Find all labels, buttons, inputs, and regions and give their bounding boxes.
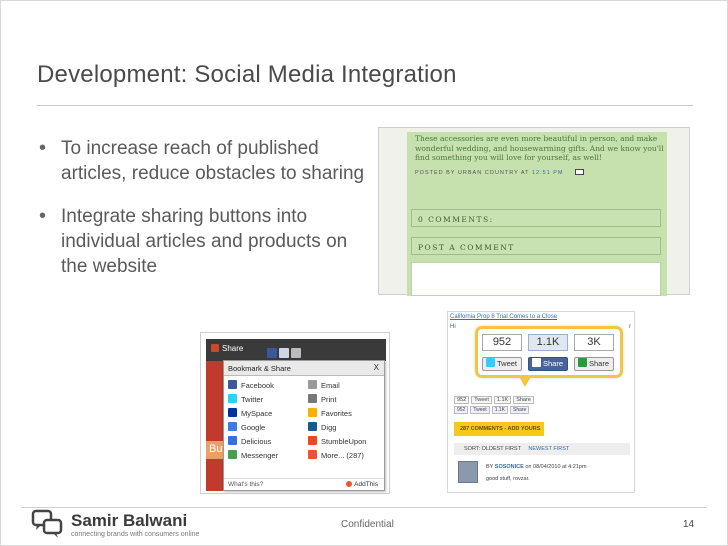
comment-sort-bar: SORT: OLDEST FIRST NEWEST FIRST <box>454 443 630 455</box>
author-tagline: connecting brands with consumers online <box>71 531 200 538</box>
delicious-icon <box>228 436 237 445</box>
service-print[interactable]: Print <box>308 394 336 405</box>
service-myspace[interactable]: MySpace <box>228 408 272 419</box>
bullet-item: To increase reach of published articles,… <box>37 136 367 186</box>
facebook-share-button[interactable]: Share <box>509 406 530 414</box>
blog-posted-by: POSTED BY URBAN COUNTRY AT 12:51 PM <box>415 170 564 176</box>
comment-user[interactable]: SOSONICE <box>495 464 524 470</box>
service-google[interactable]: Google <box>228 422 265 433</box>
blog-comment-textarea[interactable] <box>411 262 661 296</box>
bookmark-share-panel: Bookmark & Share X Facebook Email Twitte… <box>223 360 385 491</box>
footer-divider <box>21 507 707 508</box>
tweet-count: 952 <box>482 334 522 351</box>
share-counts-row-secondary: 952 Tweet 1.1K Share <box>454 406 531 414</box>
tweet-count: 952 <box>454 396 470 404</box>
panel-footer: What's this? AddThis <box>224 478 384 490</box>
comment-by-label: BY <box>486 464 494 470</box>
blog-posted-label: POSTED BY URBAN COUNTRY AT <box>415 170 530 176</box>
tweet-count: 952 <box>454 406 469 414</box>
addthis-brand[interactable]: AddThis <box>346 481 378 488</box>
service-stumbleupon[interactable]: StumbleUpon <box>308 436 366 447</box>
digg-icon <box>308 422 317 431</box>
blog-content: These accessories are even more beautifu… <box>407 132 667 296</box>
sort-oldest[interactable]: OLDEST FIRST <box>482 446 521 452</box>
service-twitter[interactable]: Twitter <box>228 394 263 405</box>
tweet-button[interactable]: Tweet <box>470 406 490 414</box>
comment-meta: BY SOSONICE on 08/04/2010 at 4:21pm <box>486 464 587 470</box>
comment-date: on 08/04/2010 at 4:21pm <box>525 464 587 470</box>
article-headline[interactable]: California Prop 8 Trial Comes to a Close <box>450 314 557 320</box>
email-icon[interactable] <box>575 169 584 175</box>
facebook-icon[interactable] <box>267 347 277 358</box>
star-icon <box>308 408 317 417</box>
callout-pointer <box>518 375 532 387</box>
panel-header: Bookmark & Share X <box>224 361 384 376</box>
service-more[interactable]: More... (287) <box>308 450 364 461</box>
avatar <box>458 461 478 483</box>
email-icon <box>308 380 317 389</box>
share-button[interactable]: Share <box>211 344 243 353</box>
close-icon[interactable]: X <box>374 363 379 372</box>
email-icon[interactable] <box>279 347 289 358</box>
sort-newest[interactable]: NEWEST FIRST <box>528 446 569 452</box>
tweet-button[interactable]: Tweet <box>471 396 492 404</box>
share-count: 3K <box>574 334 614 351</box>
facebook-icon <box>228 380 237 389</box>
article-byline-fragment: Hi <box>450 324 456 330</box>
comment-text: good stuff, rovzar. <box>486 476 530 482</box>
stumbleupon-icon <box>308 436 317 445</box>
article-link-fragment[interactable]: r <box>629 324 631 330</box>
facebook-share-button[interactable]: Share <box>513 396 534 404</box>
bullet-item: Integrate sharing buttons into individua… <box>37 204 367 279</box>
share-button[interactable]: Share <box>574 357 614 371</box>
service-digg[interactable]: Digg <box>308 422 336 433</box>
share-icon <box>578 358 587 367</box>
title-divider <box>37 105 693 106</box>
service-messenger[interactable]: Messenger <box>228 450 278 461</box>
print-icon[interactable] <box>291 347 301 358</box>
comments-button[interactable]: 287 COMMENTS - ADD YOURS <box>454 422 544 436</box>
blog-post-comment[interactable]: POST A COMMENT <box>411 237 661 255</box>
addthis-icon <box>346 481 353 487</box>
service-favorites[interactable]: Favorites <box>308 408 352 419</box>
plus-icon <box>308 450 317 459</box>
page-red-band <box>206 361 224 491</box>
share-button-label: Share <box>222 344 244 353</box>
confidential-label: Confidential <box>341 519 394 530</box>
slide-title: Development: Social Media Integration <box>37 61 457 88</box>
share-callout: 952 1.1K 3K Tweet Share Share <box>475 326 623 378</box>
blog-posted-time[interactable]: 12:51 PM <box>532 170 564 176</box>
service-email[interactable]: Email <box>308 380 340 391</box>
myspace-icon <box>228 408 237 417</box>
blog-screenshot: These accessories are even more beautifu… <box>378 127 690 296</box>
service-facebook[interactable]: Facebook <box>228 380 274 391</box>
share-counts-row: 952 Tweet 1.1K Share <box>454 396 536 404</box>
facebook-count: 1.1K <box>491 406 508 414</box>
facebook-count: 1.1K <box>493 396 512 404</box>
google-icon <box>228 422 237 431</box>
slide: Development: Social Media Integration To… <box>0 0 728 546</box>
panel-title: Bookmark & Share <box>228 364 291 373</box>
blog-post-text: These accessories are even more beautifu… <box>415 134 664 162</box>
service-delicious[interactable]: Delicious <box>228 436 271 447</box>
bookmark-screenshot: Share Butt Bookmark & Share X Facebook E… <box>200 332 390 494</box>
blog-comments-count[interactable]: 0 COMMENTS: <box>411 209 661 227</box>
page-number: 14 <box>683 519 695 530</box>
whats-this-link[interactable]: What's this? <box>228 481 263 488</box>
share-icon <box>211 344 219 352</box>
print-icon <box>308 394 317 403</box>
messenger-icon <box>228 450 237 459</box>
facebook-icon <box>532 358 541 367</box>
bullet-list: To increase reach of published articles,… <box>37 136 367 297</box>
twitter-icon <box>228 394 237 403</box>
facebook-count: 1.1K <box>528 334 568 351</box>
twitter-icon <box>486 358 495 367</box>
author-name: Samir Balwani <box>71 511 188 530</box>
sort-label: SORT: <box>464 446 481 452</box>
speech-bubbles-logo-icon <box>31 509 63 538</box>
facebook-share-button[interactable]: Share <box>528 357 568 371</box>
tweet-button[interactable]: Tweet <box>482 357 522 371</box>
